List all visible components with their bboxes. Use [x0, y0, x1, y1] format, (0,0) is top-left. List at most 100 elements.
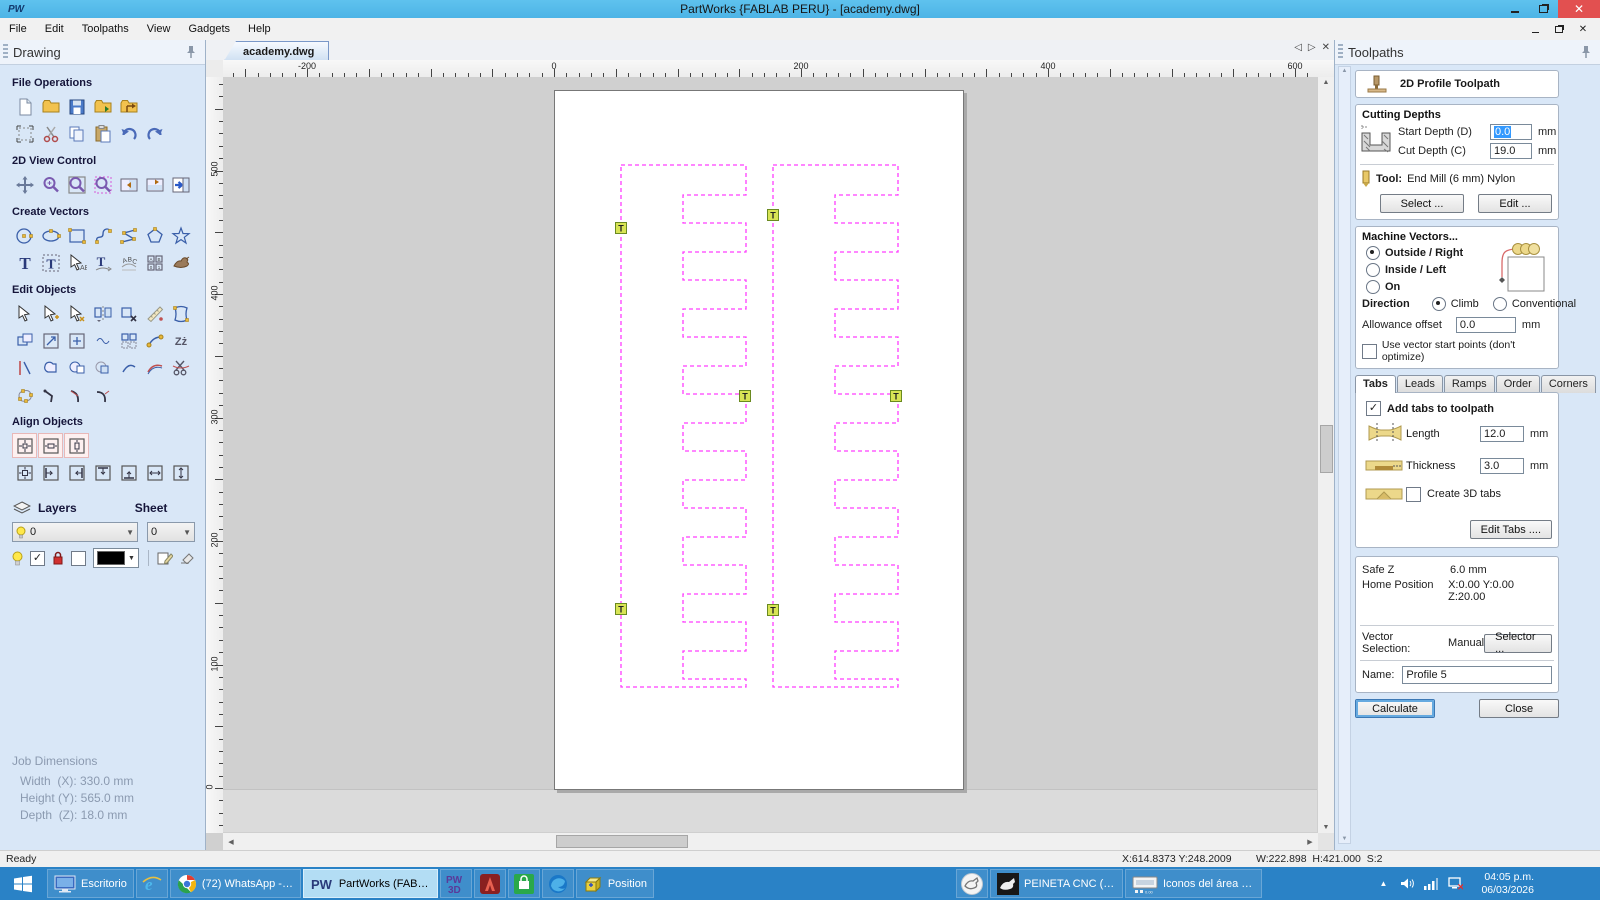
open-file-icon[interactable]	[38, 94, 63, 119]
array-copy-icon[interactable]	[116, 328, 141, 353]
layer-visible-checkbox[interactable]: ✓	[30, 551, 45, 566]
radio-outside-right[interactable]	[1366, 246, 1380, 260]
delete-layer-icon[interactable]	[180, 552, 194, 564]
tab-thickness-input[interactable]: 3.0	[1480, 458, 1524, 474]
pan-icon[interactable]	[12, 172, 37, 197]
taskbar-item-autocad[interactable]	[474, 869, 506, 898]
zoom-selected-icon[interactable]	[90, 172, 115, 197]
scroll-down-icon[interactable]: ▼	[1342, 836, 1348, 842]
restore-button[interactable]	[1529, 0, 1558, 18]
tab-corners[interactable]: Corners	[1541, 375, 1596, 393]
switch-3d-view-icon[interactable]	[168, 172, 193, 197]
draw-star-icon[interactable]	[168, 223, 193, 248]
select-icon[interactable]	[12, 301, 37, 326]
space-horizontal-icon[interactable]	[142, 460, 167, 485]
arc-text-icon[interactable]: ABC	[116, 250, 141, 275]
taskbar-item-position[interactable]: Position	[576, 869, 654, 898]
signal-bars-icon[interactable]	[1423, 876, 1439, 892]
horizontal-scrollbar[interactable]: ◀ ▶	[223, 832, 1318, 850]
align-right-icon[interactable]	[64, 460, 89, 485]
tab-marker[interactable]: T	[891, 391, 902, 402]
save-file-icon[interactable]	[64, 94, 89, 119]
draw-circle-icon[interactable]	[12, 223, 37, 248]
trace-bitmap-icon[interactable]	[168, 250, 193, 275]
selected-vector-comb[interactable]	[773, 165, 898, 687]
copy-icon[interactable]	[64, 121, 89, 146]
vector-start-points-checkbox[interactable]	[1362, 344, 1377, 359]
export-vectors-icon[interactable]	[116, 94, 141, 119]
document-tab[interactable]: academy.dwg	[224, 41, 329, 61]
menu-edit[interactable]: Edit	[36, 18, 73, 40]
bend-arc-icon[interactable]	[64, 382, 89, 407]
sheet-select[interactable]: 0 ▼	[147, 522, 195, 542]
layer-lock-icon[interactable]	[52, 551, 64, 565]
scroll-up-icon[interactable]: ▲	[1342, 68, 1348, 74]
draw-text-icon[interactable]: T	[12, 250, 37, 275]
scroll-left-icon[interactable]: ◀	[225, 838, 237, 846]
toolpath-name-input[interactable]: Profile 5	[1402, 666, 1552, 684]
layer-select[interactable]: 0 ▼	[12, 522, 138, 542]
draw-polyline-icon[interactable]	[116, 223, 141, 248]
align-center-both-icon[interactable]	[12, 433, 37, 458]
mirror-line-icon[interactable]	[12, 355, 37, 380]
scroll-down-icon[interactable]: ▼	[1318, 824, 1334, 831]
undo-icon[interactable]	[116, 121, 141, 146]
selected-vector-comb[interactable]	[621, 165, 746, 687]
subtract-shapes-icon[interactable]	[64, 355, 89, 380]
join-vectors-icon[interactable]	[142, 328, 167, 353]
taskbar-item-whatsapp-chrome[interactable]: (72) WhatsApp - ...	[170, 869, 301, 898]
align-left-icon[interactable]	[38, 460, 63, 485]
redo-icon[interactable]	[142, 121, 167, 146]
tab-length-input[interactable]: 12.0	[1480, 426, 1524, 442]
toggle-object-snap-icon[interactable]	[116, 172, 141, 197]
tab-prev-icon[interactable]: ◁	[1294, 42, 1302, 53]
scroll-right-icon[interactable]: ▶	[1304, 838, 1316, 846]
allowance-offset-input[interactable]: 0.0	[1456, 317, 1516, 333]
draw-ellipse-icon[interactable]	[38, 223, 63, 248]
menu-view[interactable]: View	[138, 18, 180, 40]
draw-curve-icon[interactable]	[90, 223, 115, 248]
tab-marker[interactable]: T	[768, 605, 779, 616]
center-in-material-icon[interactable]	[12, 460, 37, 485]
tab-close-icon[interactable]: ✕	[1322, 42, 1330, 53]
weld-shapes-icon[interactable]	[38, 355, 63, 380]
character-grid-icon[interactable]: AB01	[142, 250, 167, 275]
mdi-close-button[interactable]: ✕	[1576, 22, 1590, 36]
nesting-icon[interactable]: Zż	[168, 328, 193, 353]
edit-nodes-icon[interactable]	[12, 382, 37, 407]
align-top-icon[interactable]	[90, 460, 115, 485]
tab-ramps[interactable]: Ramps	[1444, 375, 1495, 393]
taskbar-item-edge[interactable]	[542, 869, 574, 898]
vertical-scroll-thumb[interactable]	[1320, 425, 1333, 473]
minimize-button[interactable]	[1500, 0, 1529, 18]
center-in-page-icon[interactable]	[64, 328, 89, 353]
taskbar-item-peineta-cnc[interactable]: PEINETA CNC (1) ...	[990, 869, 1123, 898]
selector-button[interactable]: Selector ...	[1484, 634, 1552, 653]
fit-curve-icon[interactable]	[142, 355, 167, 380]
add-tabs-checkbox[interactable]: ✓	[1366, 401, 1381, 416]
import-vectors-icon[interactable]	[90, 94, 115, 119]
offset-vectors-icon[interactable]	[12, 328, 37, 353]
fit-text-to-curve-icon[interactable]: T	[90, 250, 115, 275]
radio-climb[interactable]	[1432, 297, 1446, 311]
menu-gadgets[interactable]: Gadgets	[179, 18, 239, 40]
align-center-v-icon[interactable]	[64, 433, 89, 458]
layer-lock-checkbox[interactable]	[71, 551, 86, 566]
create-3d-tabs-checkbox[interactable]	[1406, 487, 1421, 502]
radio-inside-left[interactable]	[1366, 263, 1380, 277]
drawing-canvas[interactable]: TTTTTT	[223, 77, 1318, 833]
taskbar-item-partworks-3d[interactable]: PW3D	[440, 869, 472, 898]
toolpaths-scrollbar[interactable]: ▲▼	[1338, 66, 1351, 844]
new-file-icon[interactable]	[12, 94, 37, 119]
cut-depth-input[interactable]: 19.0	[1490, 143, 1532, 159]
delete-duplicates-icon[interactable]	[116, 301, 141, 326]
trim-open-vectors-icon[interactable]	[116, 355, 141, 380]
mdi-restore-button[interactable]	[1552, 22, 1566, 36]
tab-marker[interactable]: T	[740, 391, 751, 402]
zoom-box-icon[interactable]	[64, 172, 89, 197]
layer-visibility-bulb-icon[interactable]	[12, 551, 23, 566]
calculate-button[interactable]: Calculate	[1355, 699, 1435, 718]
menu-file[interactable]: File	[0, 18, 36, 40]
scroll-up-icon[interactable]: ▲	[1318, 79, 1334, 86]
interpolate-shapes-icon[interactable]	[90, 328, 115, 353]
